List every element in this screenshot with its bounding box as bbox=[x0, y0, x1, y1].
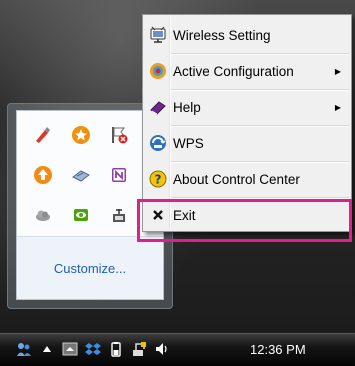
show-desktop-icon[interactable] bbox=[62, 341, 78, 357]
about-question-icon: ? bbox=[149, 170, 167, 188]
orange-up-arrow-icon[interactable] bbox=[33, 165, 53, 185]
menu-item-help[interactable]: Help ▶ bbox=[145, 92, 349, 122]
menu-item-label: WPS bbox=[173, 135, 204, 151]
taskbar-clock[interactable]: 12:36 PM bbox=[250, 342, 306, 357]
menu-separator bbox=[171, 89, 349, 91]
orange-star-icon[interactable] bbox=[71, 125, 91, 145]
menu-separator bbox=[171, 53, 349, 55]
submenu-arrow-icon: ▶ bbox=[334, 102, 341, 112]
menu-item-about-control-center[interactable]: ? About Control Center bbox=[145, 164, 349, 194]
customize-link[interactable]: Customize... bbox=[54, 261, 126, 276]
network-adapter-icon[interactable] bbox=[71, 165, 91, 185]
menu-item-label: Help bbox=[173, 99, 201, 115]
menu-item-label: Wireless Setting bbox=[173, 27, 271, 43]
menu-item-wireless-setting[interactable]: Wireless Setting bbox=[145, 20, 349, 50]
cloud-icon[interactable] bbox=[33, 205, 53, 225]
show-hidden-icons-arrow-icon[interactable] bbox=[39, 341, 55, 357]
menu-item-label: About Control Center bbox=[173, 171, 300, 187]
submenu-arrow-icon: ▶ bbox=[334, 66, 341, 76]
menu-item-active-configuration[interactable]: Active Configuration ▶ bbox=[145, 56, 349, 86]
customize-area: Customize... bbox=[17, 236, 163, 299]
battery-icon[interactable] bbox=[108, 341, 124, 357]
menu-separator bbox=[171, 161, 349, 163]
flag-warning-icon[interactable] bbox=[109, 125, 129, 145]
onenote-icon[interactable] bbox=[109, 165, 129, 185]
users-icon[interactable] bbox=[16, 341, 32, 357]
menu-item-label: Active Configuration bbox=[173, 63, 294, 79]
wps-icon bbox=[149, 134, 167, 152]
pen-tool-icon[interactable] bbox=[33, 125, 53, 145]
wireless-setting-icon bbox=[149, 26, 167, 44]
volume-icon[interactable] bbox=[154, 341, 170, 357]
menu-separator bbox=[171, 125, 349, 127]
exit-highlight-box bbox=[137, 199, 352, 242]
tray-icon-grid bbox=[33, 125, 147, 245]
help-book-icon bbox=[149, 98, 167, 116]
taskbar: 12:36 PM bbox=[0, 333, 355, 366]
dropbox-icon[interactable] bbox=[85, 341, 101, 357]
svg-text:?: ? bbox=[155, 173, 162, 187]
active-configuration-icon bbox=[149, 62, 167, 80]
network-icon[interactable] bbox=[131, 341, 147, 357]
nvidia-icon[interactable] bbox=[71, 205, 91, 225]
wireless-utility-icon[interactable] bbox=[109, 205, 129, 225]
menu-item-wps[interactable]: WPS bbox=[145, 128, 349, 158]
taskbar-tray-icons bbox=[16, 341, 170, 357]
